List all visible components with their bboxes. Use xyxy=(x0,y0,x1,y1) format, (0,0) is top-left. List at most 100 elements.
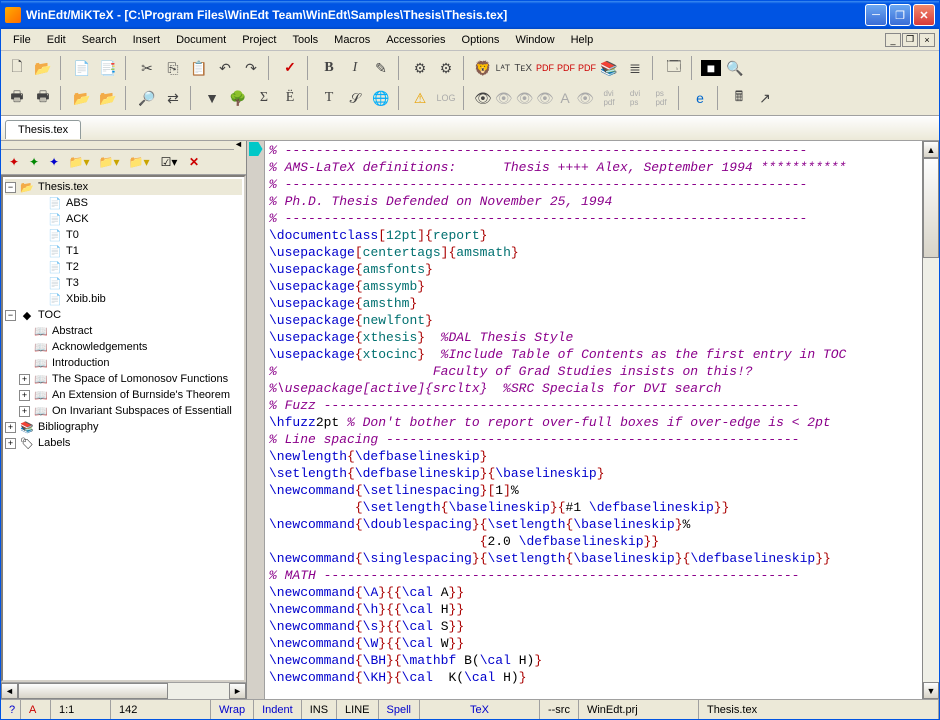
tree-item[interactable]: 📖Acknowledgements xyxy=(5,339,242,355)
makeindex-button[interactable]: ≣ xyxy=(623,56,647,80)
compile-button[interactable]: ⚙ xyxy=(408,56,432,80)
find-in-files-button[interactable]: 🔍 xyxy=(723,56,747,80)
acrobat-button[interactable]: A xyxy=(556,86,574,110)
tree-item[interactable]: +🏷Labels xyxy=(5,435,242,451)
bibtex-button[interactable]: 📚 xyxy=(597,56,621,80)
psview-button[interactable]: 👁 xyxy=(575,86,595,110)
dvisearch-button[interactable]: 👁 xyxy=(515,86,535,110)
mdi-restore-button[interactable]: ❐ xyxy=(902,33,918,47)
hscroll-thumb[interactable] xyxy=(18,683,168,699)
redo-button[interactable]: ↷ xyxy=(239,56,263,80)
calculator-button[interactable]: 🖩 xyxy=(727,86,751,110)
italic-button[interactable]: I xyxy=(343,56,367,80)
project-button[interactable]: 📂 xyxy=(96,86,120,110)
tree-folder3-button[interactable]: 📁▾ xyxy=(125,153,153,171)
open-buttonier[interactable]: 📂 xyxy=(31,56,55,80)
menu-insert[interactable]: Insert xyxy=(125,32,169,48)
text-button[interactable]: T xyxy=(317,86,341,110)
save-button[interactable]: 📄 xyxy=(70,56,94,80)
emphasis-button[interactable]: ✎ xyxy=(369,56,393,80)
tree-item[interactable]: −📂Thesis.tex xyxy=(5,179,242,195)
options-button[interactable]: 🗔 xyxy=(662,56,686,80)
browser-button[interactable]: e xyxy=(688,86,712,110)
tree-toggle-button[interactable]: 🌳 xyxy=(226,86,250,110)
status-indent[interactable]: Indent xyxy=(254,700,302,719)
scroll-up-button[interactable]: ▲ xyxy=(923,141,939,158)
expand-icon[interactable]: − xyxy=(5,310,16,321)
warning-button[interactable]: ⚠ xyxy=(408,86,432,110)
menu-project[interactable]: Project xyxy=(234,32,284,48)
vscroll-thumb[interactable] xyxy=(923,158,939,258)
status-tex[interactable]: TeX xyxy=(420,700,540,719)
tree-item[interactable]: 📄Xbib.bib xyxy=(5,291,242,307)
print-button[interactable]: 🖶 xyxy=(5,86,29,110)
tree-check-button[interactable]: ☑▾ xyxy=(155,153,183,171)
tree-folder2-button[interactable]: 📁▾ xyxy=(95,153,123,171)
pspdf-button[interactable]: pspdf xyxy=(649,86,673,110)
status-line[interactable]: LINE xyxy=(337,700,378,719)
bold-button[interactable]: B xyxy=(317,56,341,80)
expand-icon[interactable]: + xyxy=(5,438,16,449)
panel-hscrollbar[interactable]: ◄ ► xyxy=(1,682,246,699)
sigma-button[interactable]: Σ xyxy=(252,86,276,110)
status-spell[interactable]: Spell xyxy=(379,700,420,719)
web-button[interactable]: 🌐 xyxy=(369,86,393,110)
tree-item[interactable]: +📚Bibliography xyxy=(5,419,242,435)
scroll-left-button[interactable]: ◄ xyxy=(1,683,18,699)
spellcheck-button[interactable]: ✓ xyxy=(278,56,302,80)
tex-lion-button[interactable]: 🦁 xyxy=(473,56,492,80)
tree-add-button[interactable]: ✦ xyxy=(25,153,43,171)
scroll-down-button[interactable]: ▼ xyxy=(923,682,939,699)
menu-window[interactable]: Window xyxy=(507,32,562,48)
scroll-right-button[interactable]: ► xyxy=(229,683,246,699)
pdflatex-button[interactable]: PDF xyxy=(535,56,555,80)
document-tab[interactable]: Thesis.tex xyxy=(5,120,81,139)
undo-button[interactable]: ↶ xyxy=(213,56,237,80)
copy-button[interactable]: ⎘ xyxy=(161,56,185,80)
pdftex-button[interactable]: PDF xyxy=(556,56,576,80)
paste-button[interactable]: 📋 xyxy=(187,56,211,80)
tree-mark-button[interactable]: ✦ xyxy=(45,153,63,171)
minimize-button[interactable]: ─ xyxy=(865,4,887,26)
expand-icon[interactable]: + xyxy=(5,422,16,433)
menu-search[interactable]: Search xyxy=(74,32,125,48)
replace-button[interactable]: ⇄ xyxy=(161,86,185,110)
log-button[interactable]: LOG xyxy=(434,86,458,110)
bookmark-icon[interactable] xyxy=(249,142,263,156)
menu-macros[interactable]: Macros xyxy=(326,32,378,48)
tree-item[interactable]: −◆TOC xyxy=(5,307,242,323)
menu-help[interactable]: Help xyxy=(563,32,602,48)
text-editor[interactable]: % --------------------------------------… xyxy=(265,141,922,699)
console-button[interactable]: ■ xyxy=(701,60,721,76)
expand-icon[interactable]: − xyxy=(5,182,16,193)
print-preview-button[interactable]: 🖶 xyxy=(31,86,55,110)
symbol-button[interactable]: 𝒮 xyxy=(343,86,367,110)
dvipdf-button[interactable]: dvipdf xyxy=(597,86,621,110)
status-wrap[interactable]: Wrap xyxy=(211,700,254,719)
compile-all-button[interactable]: ⚙ xyxy=(434,56,458,80)
tree-remove-button[interactable]: ✕ xyxy=(185,153,203,171)
mdi-minimize-button[interactable]: _ xyxy=(885,33,901,47)
recent-button[interactable]: 📂 xyxy=(70,86,94,110)
tree-item[interactable]: 📄T2 xyxy=(5,259,242,275)
maximize-button[interactable]: ❐ xyxy=(889,4,911,26)
tree-item[interactable]: 📖Abstract xyxy=(5,323,242,339)
tree-item[interactable]: +📖On Invariant Subspaces of Essentiall xyxy=(5,403,242,419)
tree-item[interactable]: 📖Introduction xyxy=(5,355,242,371)
tree-item[interactable]: 📄ABS xyxy=(5,195,242,211)
editor-vscrollbar[interactable]: ▲ ▼ xyxy=(922,141,939,699)
tree-set-button[interactable]: ✦ xyxy=(5,153,23,171)
menu-options[interactable]: Options xyxy=(454,32,508,48)
tree-item[interactable]: +📖The Space of Lomonosov Functions xyxy=(5,371,242,387)
project-tree[interactable]: −📂Thesis.tex📄ABS📄ACK📄T0📄T1📄T2📄T3📄Xbib.bi… xyxy=(1,175,246,682)
menu-file[interactable]: File xyxy=(5,32,39,48)
save-all-button[interactable]: 📑 xyxy=(96,56,120,80)
panel-collapse-icon[interactable]: ◄ xyxy=(234,141,246,151)
status-help[interactable]: ? xyxy=(1,700,21,719)
tree-item[interactable]: 📄T0 xyxy=(5,227,242,243)
external-button[interactable]: ↗ xyxy=(753,86,777,110)
expand-icon[interactable]: + xyxy=(19,406,30,417)
tex-button[interactable]: TᴇX xyxy=(513,56,533,80)
expand-icon[interactable]: + xyxy=(19,374,30,385)
tree-item[interactable]: 📄T1 xyxy=(5,243,242,259)
